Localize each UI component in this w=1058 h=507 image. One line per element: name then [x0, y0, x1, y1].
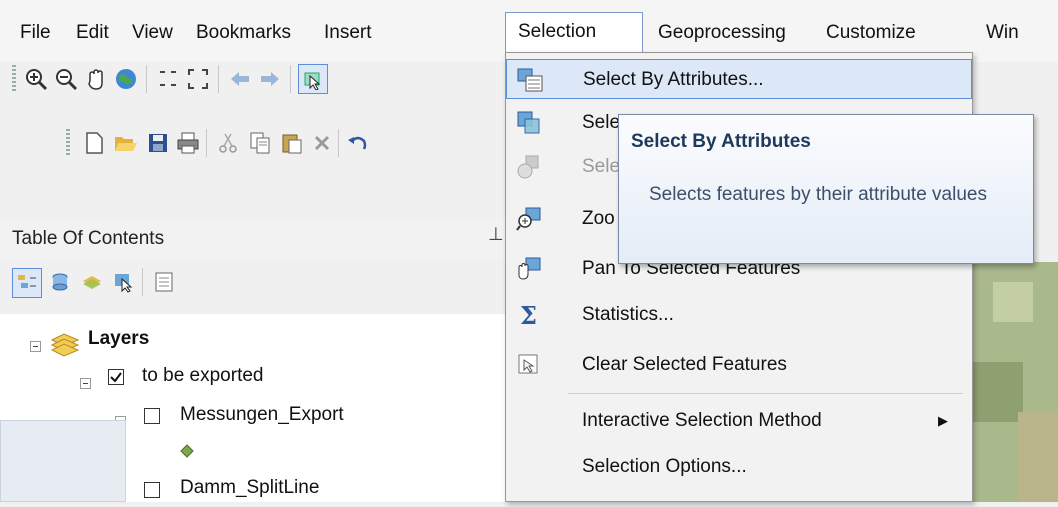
clear-selection-icon — [516, 352, 542, 378]
group-label[interactable]: to be exported — [142, 365, 263, 387]
fixed-zoom-out-icon[interactable] — [184, 65, 212, 93]
print-icon[interactable] — [174, 129, 202, 157]
toc-toolbar — [0, 262, 515, 306]
copy-icon[interactable] — [246, 129, 274, 157]
menu-item-label: Statistics... — [582, 304, 674, 325]
menu-item-label: Select By Attributes... — [583, 69, 764, 90]
layer1-label[interactable]: Messungen_Export — [180, 404, 344, 426]
toolbar-separator — [146, 65, 147, 93]
menu-customize[interactable]: Customize — [820, 18, 922, 48]
menu-item-label: Sele — [582, 112, 621, 133]
menu-geoprocessing[interactable]: Geoprocessing — [652, 18, 792, 48]
layer2-label[interactable]: Damm_SplitLine — [180, 477, 319, 499]
menu-item-interactive-selection-method[interactable]: Interactive Selection Method ▶ — [506, 401, 972, 441]
fixed-zoom-in-icon[interactable] — [154, 65, 182, 93]
pan-to-selected-icon — [516, 256, 542, 282]
svg-text:Σ: Σ — [520, 302, 537, 328]
list-by-drawing-order-icon[interactable] — [12, 268, 42, 298]
menu-item-select-by-attributes[interactable]: Select By Attributes... — [506, 59, 972, 99]
tooltip: Select By Attributes Selects features by… — [618, 114, 1034, 264]
floating-panel — [0, 420, 126, 502]
menu-bookmarks[interactable]: Bookmarks — [190, 18, 297, 48]
menu-edit[interactable]: Edit — [70, 18, 115, 48]
layer2-visibility-checkbox[interactable] — [144, 482, 160, 498]
toc-title: Table Of Contents — [12, 228, 165, 249]
delete-icon[interactable] — [308, 129, 336, 157]
cut-icon[interactable] — [214, 129, 242, 157]
menu-item-label: Zoo — [582, 208, 615, 229]
menu-item-clear-selected[interactable]: Clear Selected Features — [506, 345, 972, 385]
menu-item-label: Selection Options... — [582, 456, 747, 477]
full-extent-icon[interactable] — [112, 65, 140, 93]
new-document-icon[interactable] — [80, 129, 108, 157]
tooltip-title: Select By Attributes — [631, 131, 811, 152]
menu-item-statistics[interactable]: Σ Statistics... — [506, 295, 972, 335]
back-icon[interactable] — [226, 65, 254, 93]
pan-icon[interactable] — [82, 65, 110, 93]
paste-icon[interactable] — [278, 129, 306, 157]
zoom-out-icon[interactable] — [52, 65, 80, 93]
select-features-icon[interactable] — [298, 64, 328, 94]
tools-toolbar — [0, 62, 505, 96]
options-icon[interactable] — [150, 268, 178, 296]
layers-icon — [50, 330, 80, 365]
zoom-in-icon[interactable] — [22, 65, 50, 93]
menu-view[interactable]: View — [126, 18, 179, 48]
submenu-arrow-icon: ▶ — [938, 413, 948, 428]
toolbar-separator — [290, 65, 291, 93]
pin-icon[interactable]: ⊥ — [488, 224, 504, 245]
point-symbol-icon[interactable] — [180, 444, 194, 463]
list-by-selection-icon[interactable] — [110, 268, 138, 296]
list-by-source-icon[interactable] — [46, 268, 74, 296]
select-by-attributes-icon — [517, 67, 543, 93]
standard-toolbar — [0, 126, 505, 160]
list-by-visibility-icon[interactable] — [78, 268, 106, 296]
save-icon[interactable] — [144, 129, 172, 157]
collapse-layers-toggle[interactable] — [30, 341, 41, 352]
open-icon[interactable] — [112, 129, 140, 157]
select-by-graphics-icon — [516, 154, 542, 180]
toolbar-separator — [218, 65, 219, 93]
menu-insert[interactable]: Insert — [318, 18, 378, 48]
menu-file[interactable]: File — [14, 18, 57, 48]
group-visibility-checkbox[interactable] — [108, 369, 124, 385]
select-by-location-icon — [516, 110, 542, 136]
undo-icon[interactable] — [344, 129, 372, 157]
menu-separator — [568, 393, 963, 394]
menu-item-label: Sele — [582, 156, 621, 177]
toolbar-grip[interactable] — [66, 129, 70, 157]
zoom-to-selected-icon — [516, 206, 542, 232]
forward-icon[interactable] — [256, 65, 284, 93]
toolbar-grip[interactable] — [12, 65, 16, 93]
menu-item-label: Interactive Selection Method — [582, 410, 822, 431]
toolbar-separator — [142, 268, 143, 296]
menu-windows[interactable]: Win — [980, 18, 1025, 48]
toolbar-separator — [338, 129, 339, 157]
collapse-group-toggle[interactable] — [80, 378, 91, 389]
layers-label[interactable]: Layers — [88, 328, 149, 350]
toolbar-separator — [206, 129, 207, 157]
menu-item-label: Clear Selected Features — [582, 354, 787, 375]
tooltip-body: Selects features by their attribute valu… — [649, 184, 987, 205]
layer1-visibility-checkbox[interactable] — [144, 408, 160, 424]
menu-selection[interactable]: Selection — [505, 12, 643, 52]
menu-item-selection-options[interactable]: Selection Options... — [506, 447, 972, 487]
statistics-icon: Σ — [516, 301, 542, 330]
